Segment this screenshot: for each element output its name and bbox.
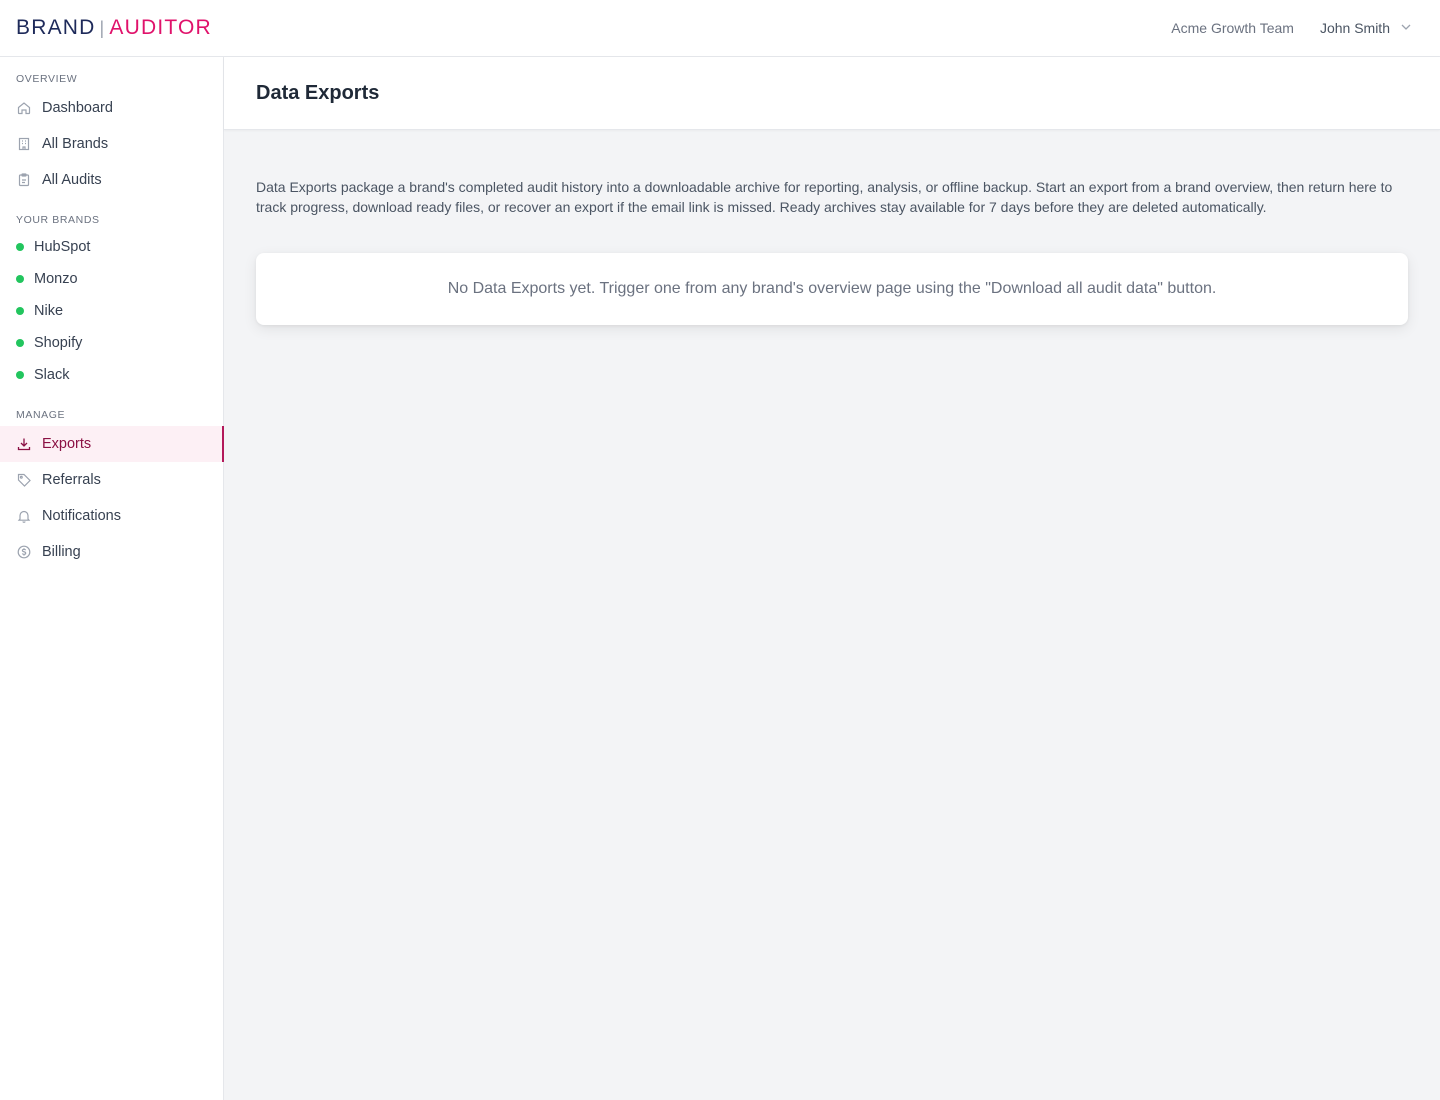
empty-state-card: No Data Exports yet. Trigger one from an… xyxy=(256,253,1408,325)
top-bar: BRAND | AUDITOR Acme Growth Team John Sm… xyxy=(0,0,1440,57)
status-dot xyxy=(16,307,24,315)
bell-icon xyxy=(16,508,32,524)
sidebar-item-label: Notifications xyxy=(42,508,121,524)
building-icon xyxy=(16,136,32,152)
logo-separator: | xyxy=(99,17,106,38)
sidebar-item-label: All Brands xyxy=(42,136,109,152)
sidebar-item-billing[interactable]: Billing xyxy=(0,534,223,570)
status-dot xyxy=(16,243,24,251)
sidebar-brand-hubspot[interactable]: HubSpot xyxy=(0,231,223,263)
sidebar-item-all-audits[interactable]: All Audits xyxy=(0,162,223,198)
page-header: Data Exports xyxy=(224,57,1440,130)
sidebar-brand-shopify[interactable]: Shopify xyxy=(0,327,223,359)
sidebar-item-referrals[interactable]: Referrals xyxy=(0,462,223,498)
brand-label: Slack xyxy=(34,367,70,383)
empty-state-message: No Data Exports yet. Trigger one from an… xyxy=(447,280,1217,297)
status-dot xyxy=(16,371,24,379)
sidebar-item-label: All Audits xyxy=(42,172,102,188)
sidebar-item-label: Referrals xyxy=(42,472,101,488)
section-label-manage: MANAGE xyxy=(16,409,66,421)
sidebar-item-label: Exports xyxy=(42,436,92,452)
sidebar-brand-monzo[interactable]: Monzo xyxy=(0,263,223,295)
sidebar: OVERVIEW Dashboard All Brands All Audits… xyxy=(0,57,224,1100)
team-name[interactable]: Acme Growth Team xyxy=(1171,20,1294,36)
sidebar-item-dashboard[interactable]: Dashboard xyxy=(0,90,223,126)
sidebar-brand-slack[interactable]: Slack xyxy=(0,359,223,391)
brand-label: HubSpot xyxy=(34,239,91,255)
clipboard-icon xyxy=(16,172,32,188)
dollar-circle-icon xyxy=(16,544,32,560)
top-right-controls: Acme Growth Team John Smith xyxy=(1171,20,1424,36)
user-name: John Smith xyxy=(1319,20,1390,36)
page-title: Data Exports xyxy=(256,81,380,104)
chevron-down-icon xyxy=(1400,20,1412,36)
tag-icon xyxy=(16,472,32,488)
section-label-your-brands: YOUR BRANDS xyxy=(16,214,100,226)
sidebar-item-label: Billing xyxy=(42,544,81,560)
sidebar-item-all-brands[interactable]: All Brands xyxy=(0,126,223,162)
status-dot xyxy=(16,275,24,283)
logo-brand-text: BRAND xyxy=(16,16,96,39)
brand-label: Nike xyxy=(34,303,64,319)
brand-label: Shopify xyxy=(34,335,83,351)
logo-auditor-text: AUDITOR xyxy=(109,16,212,39)
page-description: Data Exports package a brand's completed… xyxy=(256,179,1393,215)
sidebar-item-exports[interactable]: Exports xyxy=(0,426,224,462)
download-icon xyxy=(16,436,32,452)
brand-label: Monzo xyxy=(34,271,78,287)
sidebar-item-notifications[interactable]: Notifications xyxy=(0,498,223,534)
sidebar-item-label: Dashboard xyxy=(42,100,113,116)
app-logo[interactable]: BRAND | AUDITOR xyxy=(16,16,212,40)
sidebar-brand-nike[interactable]: Nike xyxy=(0,295,223,327)
section-label-overview: OVERVIEW xyxy=(16,73,78,85)
status-dot xyxy=(16,339,24,347)
user-menu[interactable]: John Smith xyxy=(1320,20,1412,36)
home-icon xyxy=(16,100,32,116)
